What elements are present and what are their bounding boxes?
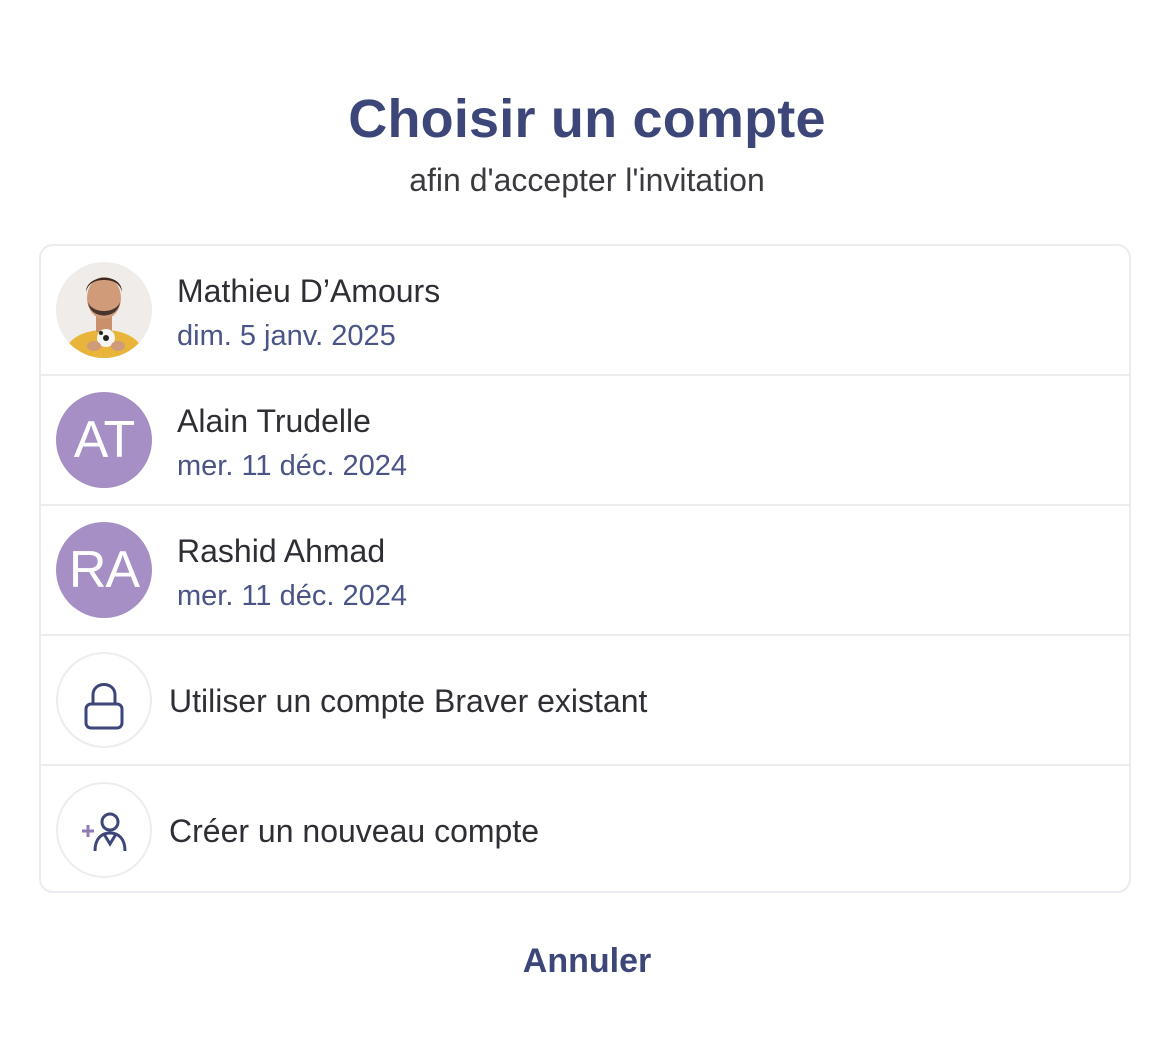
account-name: Alain Trudelle [177,403,371,439]
account-row-rashid[interactable]: RA Rashid Ahmad mer. 11 déc. 2024 [41,506,1129,636]
lock-icon [56,652,152,748]
page-title: Choisir un compte [348,89,826,149]
use-existing-account-label: Utiliser un compte Braver existant [169,683,648,719]
account-date: mer. 11 déc. 2024 [177,580,408,612]
create-account-label: Créer un nouveau compte [169,813,539,849]
add-user-icon [56,782,152,878]
account-date: mer. 11 déc. 2024 [177,450,408,482]
use-existing-account-button[interactable]: Utiliser un compte Braver existant [41,636,1129,766]
create-account-button[interactable]: Créer un nouveau compte [41,766,1129,891]
account-row-alain[interactable]: AT Alain Trudelle mer. 11 déc. 2024 [41,376,1129,506]
account-name: Mathieu D’Amours [177,273,441,309]
avatar-initials: AT [56,392,152,488]
account-list: Mathieu D’Amours dim. 5 janv. 2025 AT Al… [39,244,1131,893]
avatar-initials: RA [56,522,152,618]
avatar [56,262,152,358]
cancel-button[interactable]: Annuler [0,942,1174,981]
account-row-mathieu[interactable]: Mathieu D’Amours dim. 5 janv. 2025 [41,246,1129,376]
page-subtitle: afin d'accepter l'invitation [409,162,765,198]
profile-photo [56,262,152,358]
account-name: Rashid Ahmad [177,533,386,569]
account-date: dim. 5 janv. 2025 [177,320,396,352]
